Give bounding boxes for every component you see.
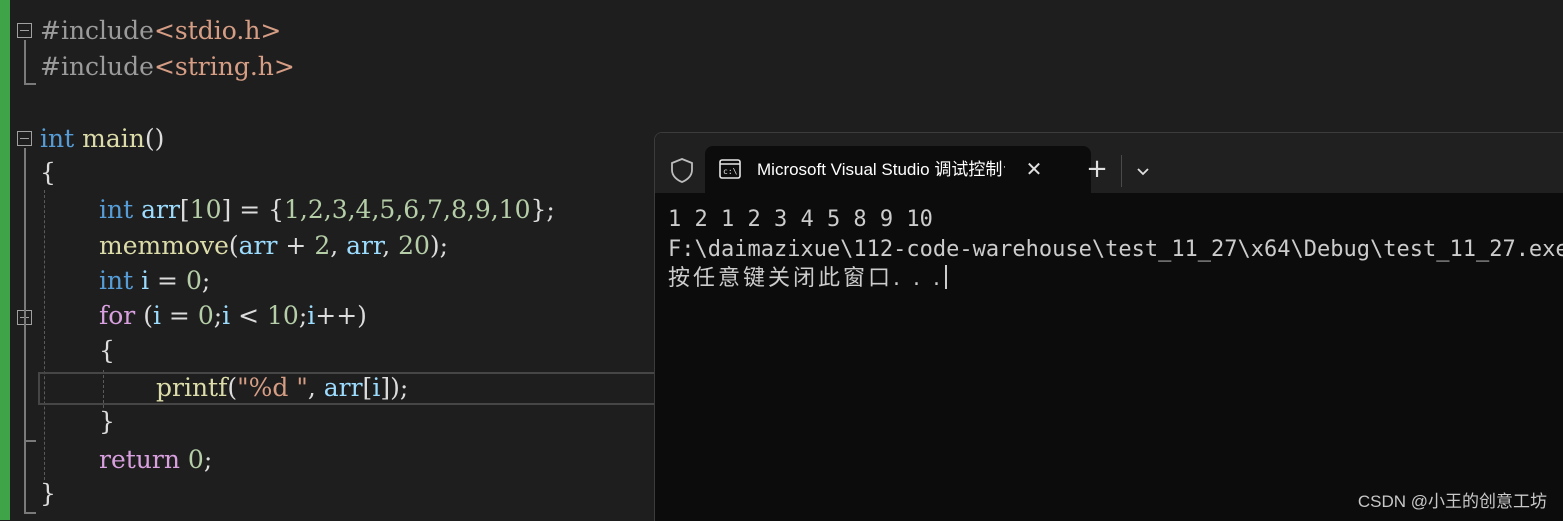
code-line-10[interactable]: { bbox=[99, 334, 115, 368]
punctuation: ; bbox=[201, 266, 211, 295]
keyword: return bbox=[99, 445, 180, 474]
code-line-13[interactable]: return 0; bbox=[99, 443, 212, 477]
open-brace: { bbox=[40, 158, 56, 187]
close-tab-button[interactable]: ✕ bbox=[1021, 156, 1047, 182]
keyword: for bbox=[99, 301, 136, 330]
number: 0 bbox=[197, 301, 214, 330]
code-line-12[interactable]: } bbox=[99, 405, 115, 439]
change-indicator-bar bbox=[0, 0, 10, 520]
fold-toggle-includes[interactable] bbox=[17, 23, 32, 38]
close-brace: } bbox=[99, 407, 115, 436]
preprocessor-directive: #include bbox=[40, 16, 154, 45]
code-line-14[interactable]: } bbox=[40, 477, 56, 511]
punctuation: ]); bbox=[380, 373, 409, 402]
variable: i bbox=[152, 301, 161, 330]
text-cursor bbox=[944, 265, 947, 289]
variable: i bbox=[141, 266, 150, 295]
watermark: CSDN @小王的创意工坊 bbox=[1357, 492, 1547, 511]
fold-guide-for-end bbox=[24, 440, 36, 442]
operator: + bbox=[277, 231, 315, 260]
punctuation: ); bbox=[429, 231, 449, 260]
string-literal: "%d " bbox=[237, 373, 308, 402]
press-key-prompt: 按任意键关闭此窗口. . . bbox=[668, 266, 943, 291]
punctuation: }; bbox=[530, 195, 555, 224]
punctuation: ( bbox=[135, 301, 153, 330]
output-line-2: F:\daimazixue\112-code-warehouse\test_11… bbox=[668, 237, 1563, 262]
tab-title: Microsoft Visual Studio 调试控制台 bbox=[757, 160, 1005, 179]
code-line-4[interactable]: int main() bbox=[40, 122, 164, 156]
tab-divider bbox=[1121, 155, 1122, 187]
punctuation: ] = { bbox=[221, 195, 285, 224]
shield-icon bbox=[671, 158, 693, 183]
punctuation: , bbox=[307, 373, 324, 402]
fold-guide-main-end bbox=[24, 512, 36, 514]
include-file: <string.h> bbox=[153, 52, 295, 81]
punctuation: ; bbox=[298, 301, 308, 330]
variable: arr bbox=[141, 195, 180, 224]
fold-guide-includes bbox=[24, 40, 26, 84]
code-line-11[interactable]: printf("%d ", arr[i]); bbox=[156, 371, 408, 405]
keyword: int bbox=[99, 195, 134, 224]
terminal-tab-bar: c:\ Microsoft Visual Studio 调试控制台 ✕ + bbox=[655, 133, 1563, 194]
operator: = bbox=[149, 266, 186, 295]
fold-guide-includes-end bbox=[24, 83, 36, 85]
open-brace: { bbox=[99, 336, 115, 365]
preprocessor-directive: #include bbox=[40, 52, 154, 81]
variable: i bbox=[222, 301, 231, 330]
punctuation: ( bbox=[228, 231, 239, 260]
fold-guide-main bbox=[24, 148, 26, 513]
function-name: memmove bbox=[99, 231, 229, 260]
punctuation: , bbox=[330, 231, 347, 260]
indent-guide-main bbox=[44, 190, 45, 480]
punctuation: ++) bbox=[315, 301, 367, 330]
code-line-6[interactable]: int arr[10] = {1,2,3,4,5,6,7,8,9,10}; bbox=[99, 193, 555, 227]
variable: arr bbox=[238, 231, 278, 260]
punctuation: ; bbox=[213, 301, 223, 330]
code-line-9[interactable]: for (i = 0;i < 10;i++) bbox=[99, 299, 367, 333]
punctuation: ; bbox=[203, 445, 213, 474]
punctuation: [ bbox=[362, 373, 373, 402]
output-line-3: 按任意键关闭此窗口. . . bbox=[668, 264, 947, 294]
number: 0 bbox=[185, 266, 202, 295]
number: 20 bbox=[398, 231, 430, 260]
number: 10 bbox=[267, 301, 299, 330]
include-file: <stdio.h> bbox=[153, 16, 282, 45]
number: 0 bbox=[187, 445, 204, 474]
output-line-1: 1 2 1 2 3 4 5 8 9 10 bbox=[668, 207, 933, 232]
variable: arr bbox=[323, 373, 363, 402]
punctuation: , bbox=[382, 231, 399, 260]
code-line-7[interactable]: memmove(arr + 2, arr, 20); bbox=[99, 229, 448, 263]
keyword: int bbox=[40, 124, 75, 153]
keyword: int bbox=[99, 266, 134, 295]
svg-text:c:\: c:\ bbox=[723, 167, 738, 176]
operator: < bbox=[230, 301, 267, 330]
fold-toggle-main[interactable] bbox=[17, 131, 32, 146]
function-name: main bbox=[82, 124, 145, 153]
punctuation: ( bbox=[227, 373, 238, 402]
variable: arr bbox=[346, 231, 383, 260]
code-line-2[interactable]: #include<string.h> bbox=[40, 50, 295, 84]
number: 2 bbox=[314, 231, 331, 260]
function-name: printf bbox=[156, 373, 228, 402]
chevron-down-icon[interactable] bbox=[1131, 159, 1155, 183]
close-brace: } bbox=[40, 479, 56, 508]
code-line-5[interactable]: { bbox=[40, 156, 56, 190]
code-line-1[interactable]: #include<stdio.h> bbox=[40, 14, 281, 48]
number: 10 bbox=[189, 195, 222, 224]
punctuation: [ bbox=[179, 195, 190, 224]
punctuation: () bbox=[144, 124, 165, 153]
new-tab-button[interactable]: + bbox=[1083, 156, 1111, 184]
terminal-window[interactable]: c:\ Microsoft Visual Studio 调试控制台 ✕ + 1 … bbox=[654, 132, 1563, 521]
number-list: 1,2,3,4,5,6,7,8,9,10 bbox=[284, 195, 531, 224]
code-line-8[interactable]: int i = 0; bbox=[99, 264, 210, 298]
operator: = bbox=[160, 301, 198, 330]
terminal-tab[interactable]: c:\ Microsoft Visual Studio 调试控制台 ✕ bbox=[705, 146, 1091, 194]
console-app-icon: c:\ bbox=[719, 159, 741, 179]
